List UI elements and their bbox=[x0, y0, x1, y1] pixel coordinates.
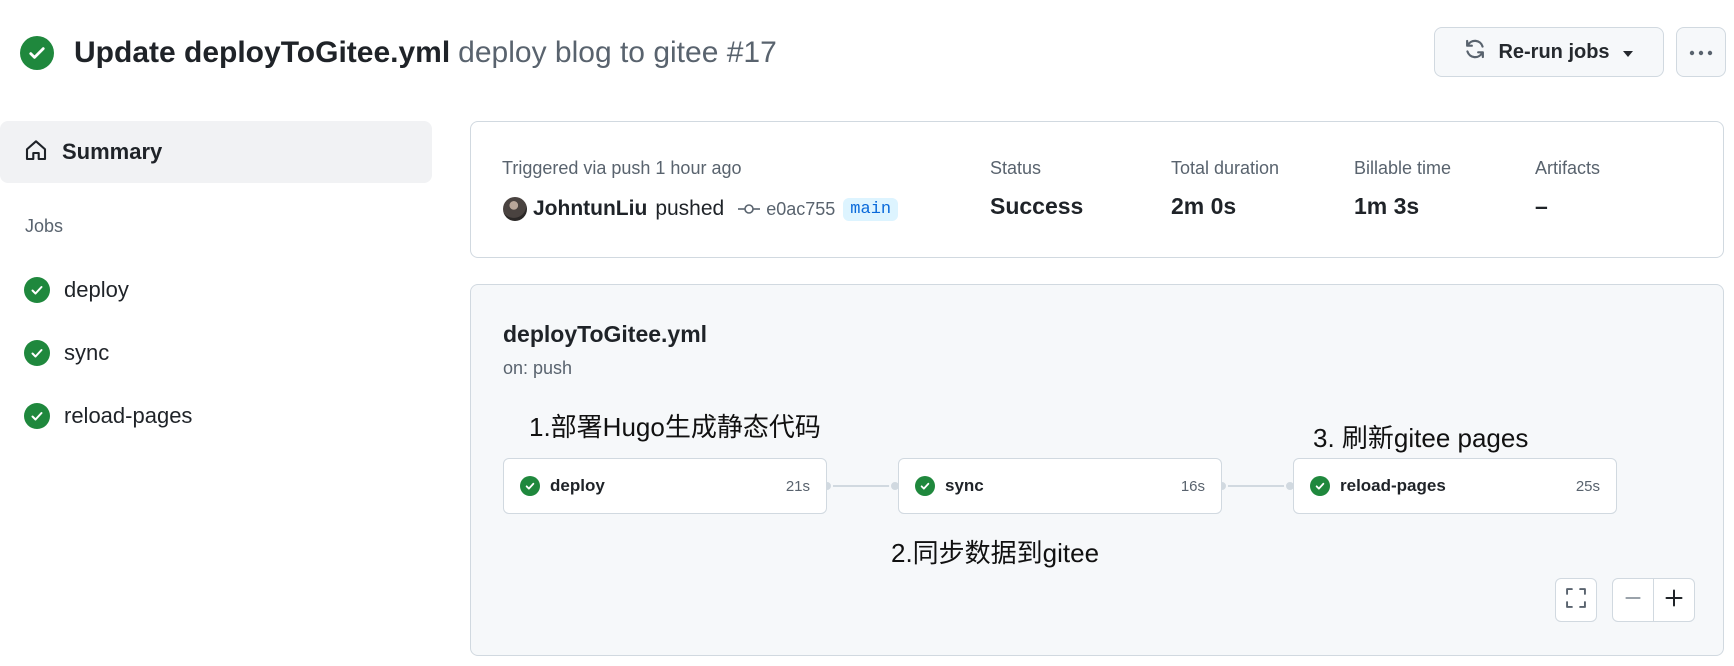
annotation-deploy: 1.部署Hugo生成静态代码 bbox=[529, 412, 821, 442]
workflow-trigger: on: push bbox=[503, 358, 573, 378]
fullscreen-button[interactable] bbox=[1555, 578, 1597, 622]
success-check-icon bbox=[1310, 476, 1330, 496]
workflow-graph: deployToGitee.yml on: push 1.部署Hugo生成静态代… bbox=[470, 284, 1724, 656]
job-card-reload-pages[interactable]: reload-pages 25s bbox=[1293, 458, 1617, 514]
sidebar-item-sync[interactable]: sync bbox=[24, 333, 109, 373]
success-check-icon bbox=[20, 36, 54, 70]
kebab-horizontal-icon bbox=[1689, 43, 1713, 61]
branch-label[interactable]: main bbox=[843, 197, 899, 221]
page-title: Update deployToGitee.yml deploy blog to g… bbox=[74, 34, 777, 72]
push-action: pushed bbox=[655, 197, 725, 220]
stat-label: Billable time bbox=[1354, 158, 1452, 178]
success-check-icon bbox=[24, 340, 50, 366]
success-check-icon bbox=[520, 476, 540, 496]
job-connector bbox=[1222, 485, 1290, 487]
sidebar-item-summary[interactable]: Summary bbox=[0, 121, 432, 183]
run-name: deploy blog to gitee #17 bbox=[458, 36, 777, 69]
zoom-out-button[interactable] bbox=[1612, 578, 1654, 622]
job-duration: 21s bbox=[785, 477, 810, 495]
minus-icon bbox=[1624, 589, 1642, 612]
sidebar-item-label: deploy bbox=[64, 277, 129, 302]
stat-billable-time: Billable time 1m 3s bbox=[1354, 158, 1451, 220]
annotation-reload: 3. 刷新gitee pages bbox=[1313, 423, 1529, 453]
workflow-file-name[interactable]: deployToGitee.yml bbox=[503, 321, 707, 348]
git-commit-icon bbox=[738, 202, 761, 216]
stat-status: Status Success bbox=[990, 158, 1083, 220]
actor-link[interactable]: JohntunLiu bbox=[533, 197, 647, 221]
stat-label: Status bbox=[990, 158, 1042, 178]
stat-value: – bbox=[1535, 193, 1548, 219]
screen-full-icon bbox=[1565, 587, 1587, 614]
caret-down-icon bbox=[1622, 41, 1634, 64]
success-check-icon bbox=[24, 277, 50, 303]
job-name: deploy bbox=[550, 476, 605, 495]
stat-label: Total duration bbox=[1171, 158, 1280, 178]
sidebar-item-deploy[interactable]: deploy bbox=[24, 270, 129, 310]
stat-value: Success bbox=[990, 193, 1084, 219]
run-summary-panel: Triggered via push 1 hour ago JohntunLiu… bbox=[470, 121, 1724, 258]
sidebar-item-label: Summary bbox=[62, 139, 163, 164]
stat-value: 1m 3s bbox=[1354, 193, 1420, 219]
stat-total-duration: Total duration 2m 0s bbox=[1171, 158, 1279, 220]
rerun-jobs-label: Re-run jobs bbox=[1498, 40, 1610, 63]
job-duration: 25s bbox=[1575, 477, 1600, 495]
stat-label: Artifacts bbox=[1535, 158, 1601, 178]
success-check-icon bbox=[915, 476, 935, 496]
stat-artifacts: Artifacts – bbox=[1535, 158, 1600, 220]
annotation-sync: 2.同步数据到gitee bbox=[891, 538, 1100, 568]
success-check-icon bbox=[24, 403, 50, 429]
job-duration: 16s bbox=[1180, 477, 1205, 495]
rerun-jobs-button[interactable]: Re-run jobs bbox=[1434, 27, 1664, 77]
home-icon bbox=[24, 138, 48, 167]
job-connector bbox=[827, 485, 895, 487]
sidebar-item-reload-pages[interactable]: reload-pages bbox=[24, 396, 192, 436]
job-name: sync bbox=[945, 476, 984, 495]
plus-icon bbox=[1664, 588, 1684, 613]
trigger-info: Triggered via push 1 hour ago bbox=[502, 158, 742, 178]
sidebar-item-label: sync bbox=[64, 340, 110, 365]
commit-sha-link[interactable]: e0ac755 bbox=[766, 199, 835, 220]
job-name: reload-pages bbox=[1340, 476, 1446, 495]
stat-value: 2m 0s bbox=[1171, 193, 1237, 219]
sync-icon bbox=[1464, 38, 1486, 66]
job-card-sync[interactable]: sync 16s bbox=[898, 458, 1222, 514]
sidebar-item-label: reload-pages bbox=[64, 403, 193, 428]
push-info: JohntunLiu pushed e0ac755 main bbox=[503, 194, 899, 224]
zoom-in-button[interactable] bbox=[1653, 578, 1695, 622]
job-card-deploy[interactable]: deploy 21s bbox=[503, 458, 827, 514]
more-options-button[interactable] bbox=[1676, 27, 1726, 77]
run-header: Update deployToGitee.yml deploy blog to g… bbox=[20, 34, 777, 72]
jobs-heading: Jobs bbox=[25, 216, 64, 236]
commit-message: Update deployToGitee.yml bbox=[74, 36, 451, 69]
avatar[interactable] bbox=[503, 197, 527, 221]
